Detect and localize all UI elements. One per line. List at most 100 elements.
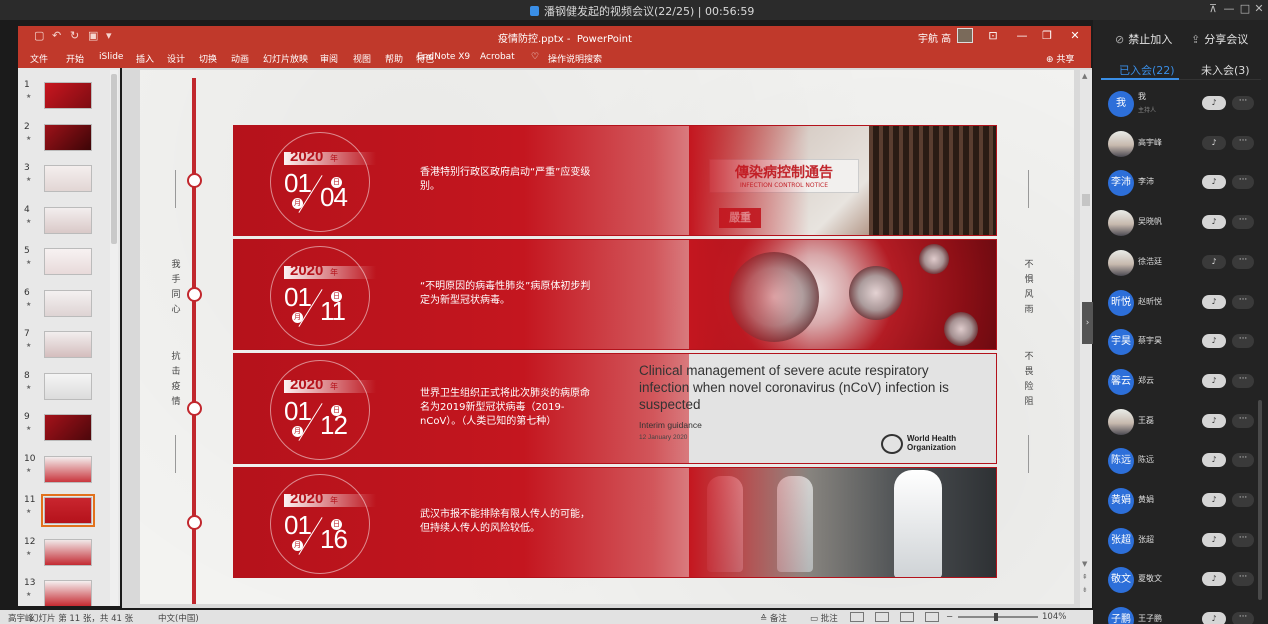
participant-row[interactable]: 张超 张超 ♪ ··· xyxy=(1093,521,1255,561)
slide-thumbnail[interactable]: 6 ★ xyxy=(18,288,113,322)
slide-thumbnail[interactable]: 4 ★ xyxy=(18,205,113,239)
minimize-button[interactable]: — xyxy=(1222,2,1236,15)
tab-design[interactable]: 设计 xyxy=(167,52,185,65)
participant-row[interactable]: 陈远 陈远 ♪ ··· xyxy=(1093,441,1255,481)
ban-join-button[interactable]: ⊘ 禁止加入 xyxy=(1115,31,1172,47)
user-name[interactable]: 宇航 高 xyxy=(918,30,951,45)
mic-icon[interactable]: ♪ xyxy=(1202,612,1226,624)
current-slide[interactable]: 我手同心 抗击疫情 不惧风雨 不畏险阻 傳染病控制通告INFECTION CON… xyxy=(140,70,1074,604)
tab-not-joined[interactable]: 未入会(3) xyxy=(1201,62,1250,78)
comments-button[interactable]: ▭ 批注 xyxy=(810,612,838,624)
reading-view-icon[interactable] xyxy=(900,612,914,622)
participant-row[interactable]: 我我主持人 ♪ ··· xyxy=(1093,84,1255,124)
sorter-view-icon[interactable] xyxy=(875,612,889,622)
slide-thumbnail[interactable]: 13 ★ xyxy=(18,578,113,606)
more-options-button[interactable]: ··· xyxy=(1232,215,1254,230)
slide-thumbnail[interactable]: 3 ★ xyxy=(18,163,113,197)
more-options-button[interactable]: ··· xyxy=(1232,413,1254,428)
zoom-level[interactable]: 104% xyxy=(1042,612,1066,622)
mic-icon[interactable]: ♪ xyxy=(1202,96,1226,110)
more-options-button[interactable]: ··· xyxy=(1232,572,1254,587)
tab-review[interactable]: 审阅 xyxy=(320,52,338,65)
maximize-button[interactable]: □ xyxy=(1238,2,1252,15)
next-slide-icon[interactable]: ⇟ xyxy=(1082,586,1088,594)
zoom-slider-thumb[interactable] xyxy=(994,613,998,621)
mic-icon[interactable]: ♪ xyxy=(1202,373,1226,388)
ribbon-display-icon[interactable]: ⊡ xyxy=(985,29,1001,42)
participant-row[interactable]: 子鹏 王子鹏 ♪ ··· xyxy=(1093,600,1255,624)
zoom-slider[interactable] xyxy=(958,616,1038,618)
slide-thumbnail[interactable]: 8 ★ xyxy=(18,371,113,405)
share-button[interactable]: ⊕ 共享 xyxy=(1046,52,1074,65)
participant-row[interactable]: 馨云 郑云 ♪ ··· xyxy=(1093,362,1255,402)
mic-icon[interactable]: ♪ xyxy=(1202,453,1226,468)
participant-scrollbar[interactable] xyxy=(1258,400,1262,600)
tab-file[interactable]: 文件 xyxy=(30,52,48,65)
zoom-out-icon[interactable]: − xyxy=(946,612,953,622)
more-options-button[interactable]: ··· xyxy=(1232,135,1254,150)
language-indicator[interactable]: 中文(中国) xyxy=(158,612,199,624)
tab-insert[interactable]: 插入 xyxy=(136,52,154,65)
slide-thumbnail[interactable]: 2 ★ xyxy=(18,122,113,156)
tab-acrobat[interactable]: Acrobat xyxy=(480,52,515,62)
mic-icon[interactable]: ♪ xyxy=(1202,572,1226,587)
mic-icon[interactable]: ♪ xyxy=(1202,413,1226,428)
tab-joined[interactable]: 已入会(22) xyxy=(1119,62,1175,78)
share-meeting-button[interactable]: ⇪ 分享会议 xyxy=(1191,31,1248,47)
save-icon[interactable]: ▢ xyxy=(34,29,44,42)
more-options-button[interactable]: ··· xyxy=(1232,373,1254,388)
slide-thumbnail[interactable]: 1 ★ xyxy=(18,80,113,114)
slide-thumbnail[interactable]: 12 ★ xyxy=(18,537,113,571)
mic-icon[interactable]: ♪ xyxy=(1202,334,1226,349)
tab-slideshow[interactable]: 幻灯片放映 xyxy=(263,52,308,65)
ppt-minimize-button[interactable]: — xyxy=(1014,29,1030,42)
normal-view-icon[interactable] xyxy=(850,612,864,622)
more-options-button[interactable]: ··· xyxy=(1232,334,1254,349)
tab-home[interactable]: 开始 xyxy=(66,52,84,65)
tab-animations[interactable]: 动画 xyxy=(231,52,249,65)
mic-icon[interactable]: ♪ xyxy=(1202,254,1226,269)
mic-icon[interactable]: ♪ xyxy=(1202,215,1226,230)
more-options-button[interactable]: ··· xyxy=(1232,612,1254,624)
participant-row[interactable]: 敬文 夏敬文 ♪ ··· xyxy=(1093,560,1255,600)
redo-icon[interactable]: ↻ xyxy=(70,29,79,42)
slide-thumbnail[interactable]: 5 ★ xyxy=(18,246,113,280)
customize-icon[interactable]: ▾ xyxy=(106,29,112,42)
more-options-button[interactable]: ··· xyxy=(1232,294,1254,309)
close-button[interactable]: ✕ xyxy=(1252,2,1266,15)
participant-row[interactable]: 高宇峰 ♪ ··· xyxy=(1093,124,1255,164)
thumbnail-scrollbar[interactable] xyxy=(110,70,118,606)
mic-icon[interactable]: ♪ xyxy=(1202,175,1226,190)
participant-row[interactable]: 宇昊 蔡宇昊 ♪ ··· xyxy=(1093,322,1255,362)
pin-icon[interactable]: ⊼ xyxy=(1206,2,1220,15)
more-options-button[interactable]: ··· xyxy=(1232,453,1254,468)
participant-row[interactable]: 黄娟 黄娟 ♪ ··· xyxy=(1093,481,1255,521)
tab-transitions[interactable]: 切换 xyxy=(199,52,217,65)
notes-button[interactable]: ≙ 备注 xyxy=(760,612,787,624)
tab-help[interactable]: 帮助 xyxy=(385,52,403,65)
scroll-thumb[interactable] xyxy=(1082,194,1090,206)
slide-thumbnail[interactable]: 11 ★ xyxy=(18,494,113,529)
user-avatar[interactable] xyxy=(957,28,973,43)
more-options-button[interactable]: ··· xyxy=(1232,254,1254,269)
ppt-restore-button[interactable]: ❐ xyxy=(1039,29,1055,42)
scroll-down-icon[interactable]: ▼ xyxy=(1082,560,1087,568)
mic-icon[interactable]: ♪ xyxy=(1202,532,1226,547)
tab-endnote[interactable]: EndNote X9 xyxy=(417,52,470,62)
slide-thumbnail[interactable]: 9 ★ xyxy=(18,412,113,446)
panel-collapse-tab[interactable]: › xyxy=(1082,302,1093,344)
ppt-close-button[interactable]: ✕ xyxy=(1067,29,1083,42)
mic-icon[interactable]: ♪ xyxy=(1202,294,1226,309)
scroll-up-icon[interactable]: ▲ xyxy=(1082,72,1087,80)
tab-view[interactable]: 视图 xyxy=(353,52,371,65)
tab-islide[interactable]: iSlide xyxy=(99,52,123,62)
more-options-button[interactable]: ··· xyxy=(1232,175,1254,190)
scroll-thumb[interactable] xyxy=(111,74,117,244)
more-options-button[interactable]: ··· xyxy=(1232,493,1254,507)
slideshow-view-icon[interactable] xyxy=(925,612,939,622)
slide-thumbnail[interactable]: 7 ★ xyxy=(18,329,113,363)
participant-row[interactable]: 徐浩廷 ♪ ··· xyxy=(1093,243,1255,283)
participant-row[interactable]: 李沛 李沛 ♪ ··· xyxy=(1093,163,1255,203)
mic-icon[interactable]: ♪ xyxy=(1202,493,1226,507)
tell-me-search[interactable]: 操作说明搜索 xyxy=(548,52,602,65)
